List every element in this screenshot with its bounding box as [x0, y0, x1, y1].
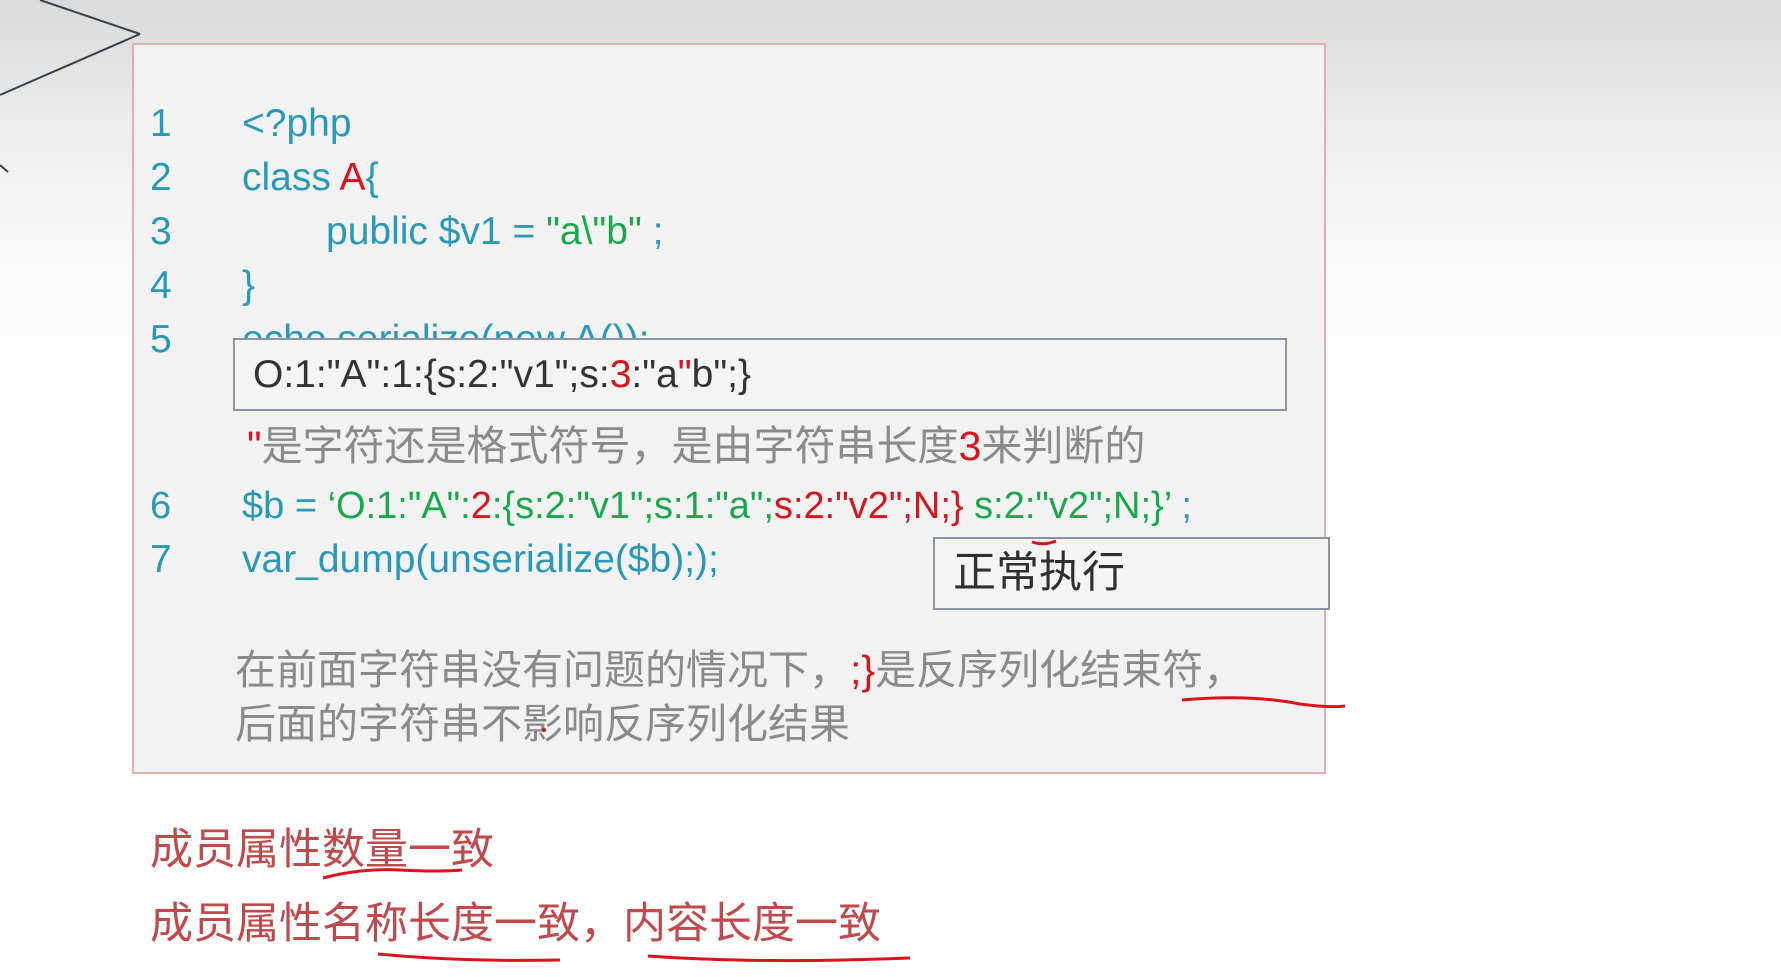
class-name: A	[339, 156, 366, 199]
length-note: "是字符还是格式符号，是由字符串长度3来判断的	[247, 417, 1145, 475]
open-brace: {	[365, 156, 379, 199]
code-text: }	[242, 264, 256, 307]
underline-name-length	[377, 952, 561, 962]
length-number: 3	[609, 353, 632, 396]
output-part: b";}	[691, 353, 752, 396]
underline-content-length	[647, 954, 911, 963]
code-text: <?php	[242, 102, 352, 145]
line-number: 4	[150, 264, 172, 307]
line-number: 6	[150, 485, 172, 527]
line-number: 5	[150, 318, 172, 361]
note-text: 是反序列化结束符，	[875, 647, 1245, 693]
code-panel: 1 <?php 2 class A{ 3 public $v1 = "a\"b"…	[132, 43, 1330, 774]
quote-character: "	[247, 423, 262, 469]
line-number: 2	[150, 156, 172, 199]
length-number: 3	[958, 423, 982, 469]
class-keyword: class	[242, 156, 340, 199]
property-declaration: public $v1 =	[326, 210, 547, 253]
code-text: public $v1 = "a\"b" ;	[326, 204, 663, 260]
code-text: $b = ‘O:1:"A":2:{s:2:"v1";s:1:"a";s:2:"v…	[242, 478, 1192, 534]
line-number: 1	[150, 102, 172, 145]
quote-character: "	[677, 353, 692, 396]
line-number: 7	[150, 538, 172, 581]
string-part: s:2:"v2";N;}’	[963, 485, 1171, 527]
serialize-output: O:1:"A":1:{s:2:"v1";s:3:"a"b";}	[253, 340, 751, 409]
semicolon: ;	[1170, 485, 1192, 527]
note-text: 在前面字符串没有问题的情况下，	[235, 647, 850, 693]
string-literal: "a\"b"	[546, 210, 642, 253]
result-label: 正常执行	[953, 549, 1125, 597]
variable-assignment: $b =	[242, 485, 328, 527]
property-count: 2	[470, 485, 492, 527]
member-count-note: 成员属性数量一致	[150, 826, 494, 874]
code-text: class A{	[242, 150, 379, 206]
line-number: 3	[150, 210, 172, 253]
code-text: var_dump(unserialize($b););	[242, 538, 719, 581]
member-length-note: 成员属性名称长度一致，内容长度一致	[150, 900, 881, 948]
note-text: 是字符还是格式符号，是由字符串长度	[261, 423, 959, 469]
serialize-output-box: O:1:"A":1:{s:2:"v1";s:3:"a"b";}	[233, 338, 1287, 411]
note-text: 来判断的	[981, 423, 1146, 469]
string-part: ‘O:1:"A":	[327, 485, 471, 527]
string-part: :{s:2:"v1";s:1:"a";	[491, 485, 774, 527]
semicolon: ;	[641, 210, 664, 253]
end-marker-note-line2: 后面的字符串不影响反序列化结果	[235, 701, 850, 747]
result-box: 正常执行	[933, 537, 1330, 610]
output-part: :"a	[631, 353, 678, 396]
output-part: O:1:"A":1:{s:2:"v1";s:	[253, 353, 610, 396]
string-part-highlighted: s:2:"v2";N;}	[773, 485, 964, 527]
end-marker: ;}	[850, 647, 876, 693]
end-marker-note-line1: 在前面字符串没有问题的情况下，;}是反序列化结束符，	[235, 642, 1244, 698]
